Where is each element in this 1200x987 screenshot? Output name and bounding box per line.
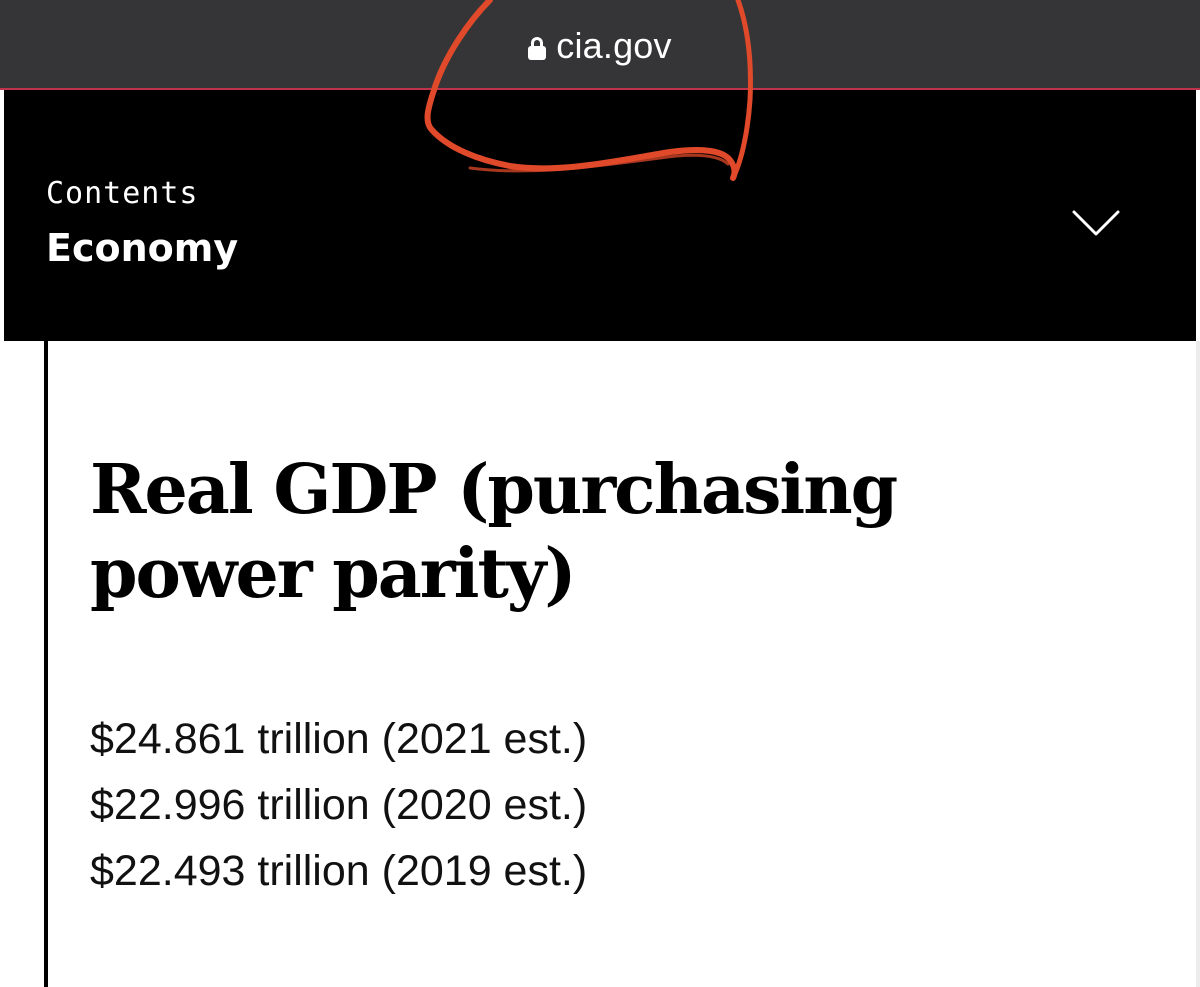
url-display[interactable]: cia.gov <box>0 24 1200 68</box>
contents-label: Contents <box>46 176 199 211</box>
lock-icon <box>528 36 547 60</box>
value-line: $24.861 trillion (2021 est.) <box>90 715 588 763</box>
chevron-down-icon <box>1072 210 1120 236</box>
browser-url-bar[interactable]: cia.gov <box>0 0 1200 88</box>
value-line: $22.493 trillion (2019 est.) <box>90 847 588 895</box>
value-line: $22.996 trillion (2020 est.) <box>90 781 588 829</box>
content-right-edge <box>1196 341 1200 987</box>
url-text: cia.gov <box>556 25 672 66</box>
value-list: $24.861 trillion (2021 est.) $22.996 tri… <box>90 706 1090 904</box>
contents-toggle-button[interactable] <box>1066 198 1126 248</box>
contents-header[interactable]: Contents Economy <box>4 90 1196 341</box>
field-title: Real GDP (purchasing power parity) <box>90 450 898 614</box>
content-left-rule <box>44 341 48 987</box>
page: cia.gov Contents Economy Real GDP (purch… <box>0 0 1200 987</box>
section-title: Economy <box>46 226 239 270</box>
